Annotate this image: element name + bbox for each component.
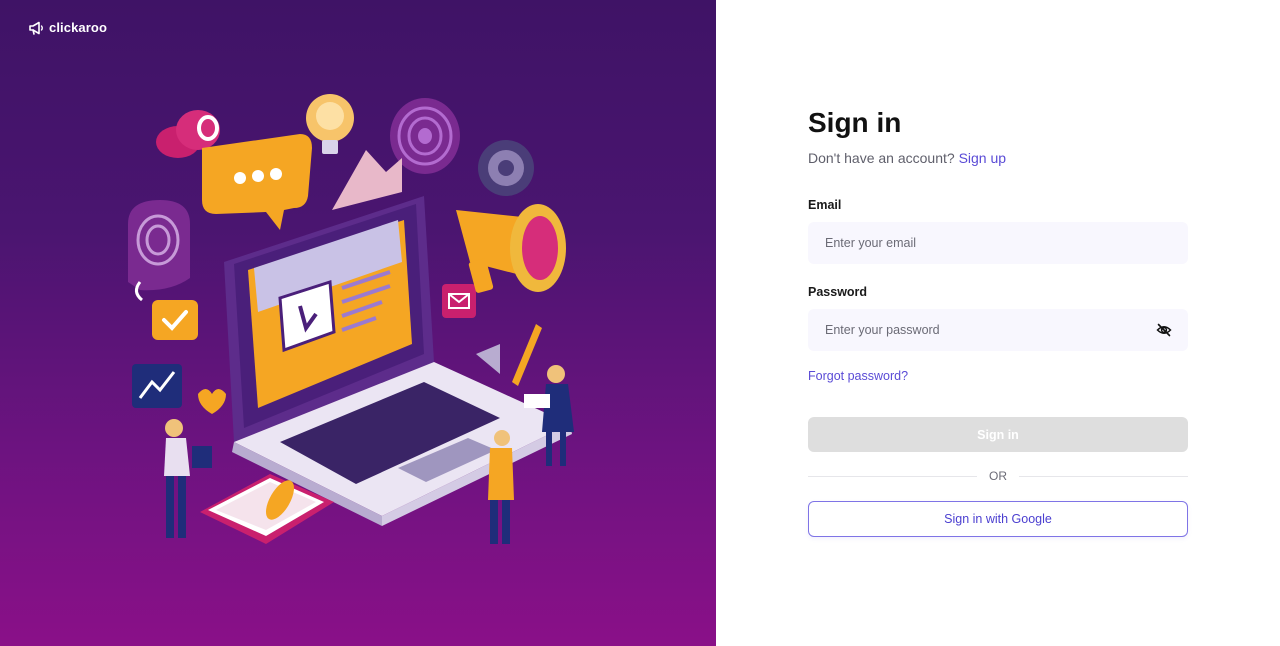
signin-panel: Sign in Don't have an account? Sign up E… bbox=[716, 0, 1280, 646]
divider-line-left bbox=[808, 475, 977, 477]
page-title: Sign in bbox=[808, 107, 902, 138]
divider-line-right bbox=[1019, 475, 1188, 477]
password-field-wrapper bbox=[808, 309, 1188, 351]
divider-text: OR bbox=[989, 469, 1007, 483]
pencil-icon bbox=[476, 324, 542, 386]
signin-form: Sign in Don't have an account? Sign up E… bbox=[808, 104, 1188, 537]
signin-button[interactable]: Sign in bbox=[808, 417, 1188, 452]
or-divider: OR bbox=[808, 469, 1188, 483]
mountain-icon bbox=[332, 150, 402, 210]
eye-off-icon[interactable] bbox=[1156, 322, 1172, 338]
promo-panel: clickaroo bbox=[0, 0, 716, 646]
heart-icon bbox=[198, 389, 226, 414]
marketing-illustration bbox=[128, 94, 574, 544]
megaphone-illustration-icon bbox=[456, 204, 566, 293]
person-left-icon bbox=[164, 419, 212, 538]
signin-page: clickaroo Sign in Don't have an account?… bbox=[0, 0, 1280, 646]
brand-logo[interactable]: clickaroo bbox=[29, 20, 107, 35]
brand-name: clickaroo bbox=[49, 20, 107, 35]
password-field[interactable] bbox=[808, 309, 1188, 351]
email-field-wrapper bbox=[808, 222, 1188, 264]
signup-link[interactable]: Sign up bbox=[959, 150, 1006, 166]
email-field[interactable] bbox=[808, 222, 1188, 264]
chart-icon bbox=[132, 364, 182, 408]
megaphone-icon bbox=[29, 21, 45, 35]
lightbulb-icon bbox=[306, 94, 354, 154]
check-icon bbox=[152, 300, 198, 340]
no-account-text: Don't have an account? bbox=[808, 150, 955, 166]
password-label: Password bbox=[808, 285, 868, 299]
email-label: Email bbox=[808, 198, 842, 212]
envelope-icon bbox=[442, 284, 476, 318]
fingerprint-icon bbox=[128, 200, 190, 302]
forgot-password-link[interactable]: Forgot password? bbox=[808, 368, 1188, 384]
signup-prompt: Don't have an account? Sign up bbox=[808, 149, 1188, 167]
chat-bubble-icon bbox=[202, 134, 312, 230]
gear-icon bbox=[478, 140, 534, 196]
google-signin-button[interactable]: Sign in with Google bbox=[808, 501, 1188, 537]
